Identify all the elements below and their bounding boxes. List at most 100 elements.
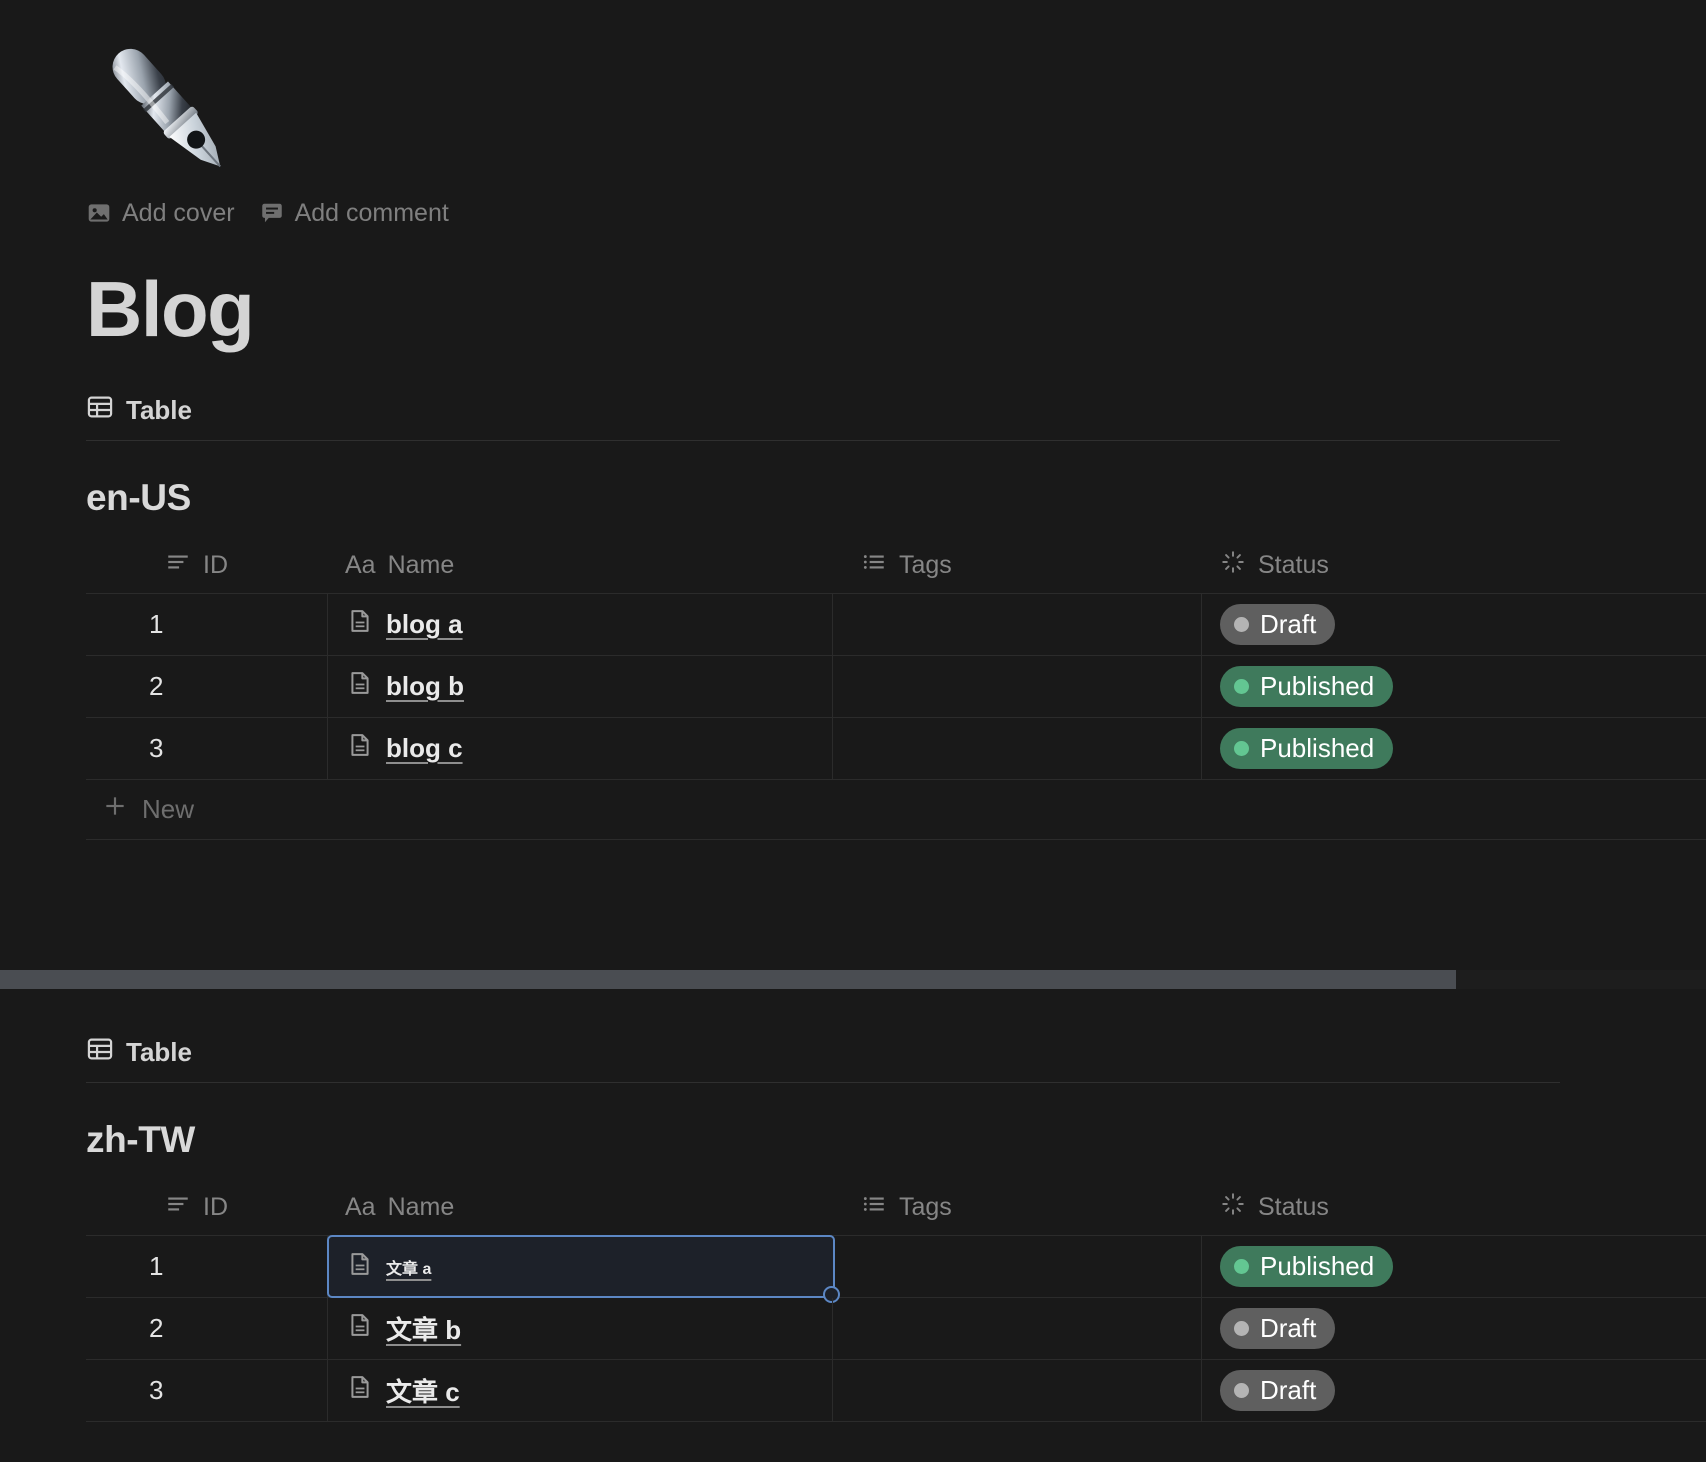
table-row[interactable]: 3 blog c Published — [86, 717, 1706, 780]
cell-tags[interactable] — [833, 1236, 1201, 1297]
database-title-zh-tw[interactable]: zh-TW — [86, 1119, 1706, 1161]
cell-status[interactable]: Published — [1202, 656, 1706, 717]
cell-name-text[interactable]: blog c — [386, 733, 463, 764]
status-badge: Published — [1220, 728, 1394, 769]
cell-name-text[interactable]: blog a — [386, 609, 463, 640]
cell-tags[interactable] — [833, 594, 1201, 655]
status-dot-icon — [1234, 741, 1249, 756]
column-header-id[interactable]: ID — [86, 1179, 327, 1235]
cell-id[interactable]: 1 — [86, 1236, 327, 1297]
cell-name[interactable]: 文章 b — [328, 1298, 832, 1359]
cell-id[interactable]: 3 — [86, 1360, 327, 1421]
tab-label: Table — [126, 1036, 192, 1067]
column-header-name[interactable]: Aa Name — [327, 537, 833, 593]
cell-name-text[interactable]: blog b — [386, 671, 464, 702]
table-row[interactable]: 1 blog a Draft — [86, 593, 1706, 655]
cell-tags[interactable] — [833, 1298, 1201, 1359]
cell-status[interactable]: Draft — [1202, 594, 1706, 655]
column-header-id[interactable]: ID — [86, 537, 327, 593]
cell-status[interactable]: Published — [1202, 718, 1706, 779]
tab-table-en-us[interactable]: Table — [86, 393, 192, 428]
cell-tags[interactable] — [833, 1360, 1201, 1421]
cell-id[interactable]: 1 — [86, 594, 327, 655]
cell-status[interactable]: Draft — [1202, 1298, 1706, 1359]
status-dot-icon — [1234, 1321, 1249, 1336]
status-dot-icon — [1234, 1259, 1249, 1274]
cell-id[interactable]: 2 — [86, 656, 327, 717]
status-badge: Published — [1220, 1246, 1394, 1287]
cell-name[interactable]: blog c — [328, 718, 832, 779]
status-dot-icon — [1234, 617, 1249, 632]
aa-title-icon: Aa — [345, 1192, 376, 1221]
cell-name[interactable]: 文章 a — [328, 1236, 832, 1297]
status-badge: Draft — [1220, 1308, 1336, 1349]
status-badge-label: Draft — [1260, 609, 1317, 639]
add-comment-button[interactable]: Add comment — [259, 200, 449, 226]
table-body-zh-tw: 1 文章 a Published 2 文章 b Draft 3 文章 c Dra… — [86, 1235, 1706, 1422]
column-header-status[interactable]: Status — [1202, 537, 1706, 593]
status-badge: Draft — [1220, 1370, 1336, 1411]
database-block-en-us: Table en-US ID Aa Name Tags Status 1 blo… — [0, 390, 1706, 840]
column-header-label: Status — [1258, 550, 1329, 579]
comment-icon — [259, 200, 285, 226]
text-lines-icon — [165, 1191, 191, 1224]
column-header-name[interactable]: Aa Name — [327, 1179, 833, 1235]
add-cover-button[interactable]: Add cover — [86, 200, 235, 226]
database-title-en-us[interactable]: en-US — [86, 477, 1706, 519]
status-badge: Draft — [1220, 604, 1336, 645]
cell-name[interactable]: blog a — [328, 594, 832, 655]
bulleted-list-icon — [861, 549, 887, 582]
column-header-label: Tags — [899, 1192, 952, 1221]
cell-status[interactable]: Draft — [1202, 1360, 1706, 1421]
table-row[interactable]: 1 文章 a Published — [86, 1235, 1706, 1303]
column-header-label: Name — [387, 550, 455, 579]
page-meta-actions: Add cover Add comment — [86, 196, 1706, 230]
page-title[interactable]: Blog — [86, 270, 1706, 348]
table-header-row: ID Aa Name Tags Status — [86, 537, 1706, 593]
column-header-tags[interactable]: Tags — [833, 537, 1202, 593]
page-icon — [346, 607, 374, 642]
status-spinner-icon — [1220, 1191, 1246, 1224]
page-icon — [346, 1311, 374, 1346]
cell-name[interactable]: blog b — [328, 656, 832, 717]
cell-name-text[interactable]: 文章 b — [386, 1310, 461, 1347]
status-dot-icon — [1234, 679, 1249, 694]
cell-tags[interactable] — [833, 718, 1201, 779]
table-icon — [86, 393, 114, 428]
status-dot-icon — [1234, 1383, 1249, 1398]
tab-table-zh-tw[interactable]: Table — [86, 1035, 192, 1070]
bulleted-list-icon — [861, 1191, 887, 1224]
view-divider — [86, 1082, 1560, 1083]
page-icon — [346, 669, 374, 704]
column-header-label: Status — [1258, 1192, 1329, 1221]
status-spinner-icon — [1220, 549, 1246, 582]
page-header: Add cover Add comment Blog — [0, 0, 1706, 348]
table-row[interactable]: 2 blog b Published — [86, 655, 1706, 717]
column-header-label: ID — [203, 550, 228, 579]
cell-tags[interactable] — [833, 656, 1201, 717]
cell-name-text[interactable]: 文章 c — [386, 1372, 460, 1409]
fountain-pen-icon[interactable] — [88, 28, 240, 180]
table-header-row: ID Aa Name Tags Status — [86, 1179, 1706, 1235]
column-header-label: Name — [387, 1192, 455, 1221]
cell-name-text[interactable]: 文章 a — [386, 1255, 431, 1279]
column-header-label: Tags — [899, 550, 952, 579]
scrollbar-thumb[interactable] — [0, 970, 1456, 989]
aa-title-icon: Aa — [345, 550, 376, 579]
cell-status[interactable]: Published — [1202, 1236, 1706, 1297]
cell-id[interactable]: 2 — [86, 1298, 327, 1359]
notion-page: Add cover Add comment Blog Table en-US I… — [0, 0, 1706, 1462]
column-header-status[interactable]: Status — [1202, 1179, 1706, 1235]
add-comment-label: Add comment — [294, 198, 449, 227]
new-row-button[interactable]: New — [86, 780, 1706, 840]
column-header-tags[interactable]: Tags — [833, 1179, 1202, 1235]
table-row[interactable]: 3 文章 c Draft — [86, 1359, 1706, 1422]
horizontal-scrollbar[interactable] — [0, 970, 1706, 989]
status-badge: Published — [1220, 666, 1394, 707]
cell-name[interactable]: 文章 c — [328, 1360, 832, 1421]
cell-id[interactable]: 3 — [86, 718, 327, 779]
table-en-us: ID Aa Name Tags Status 1 blog a Draft 2 … — [86, 537, 1706, 840]
table-zh-tw: ID Aa Name Tags Status 1 文章 a Published … — [86, 1179, 1706, 1422]
table-row[interactable]: 2 文章 b Draft — [86, 1297, 1706, 1359]
text-lines-icon — [165, 549, 191, 582]
